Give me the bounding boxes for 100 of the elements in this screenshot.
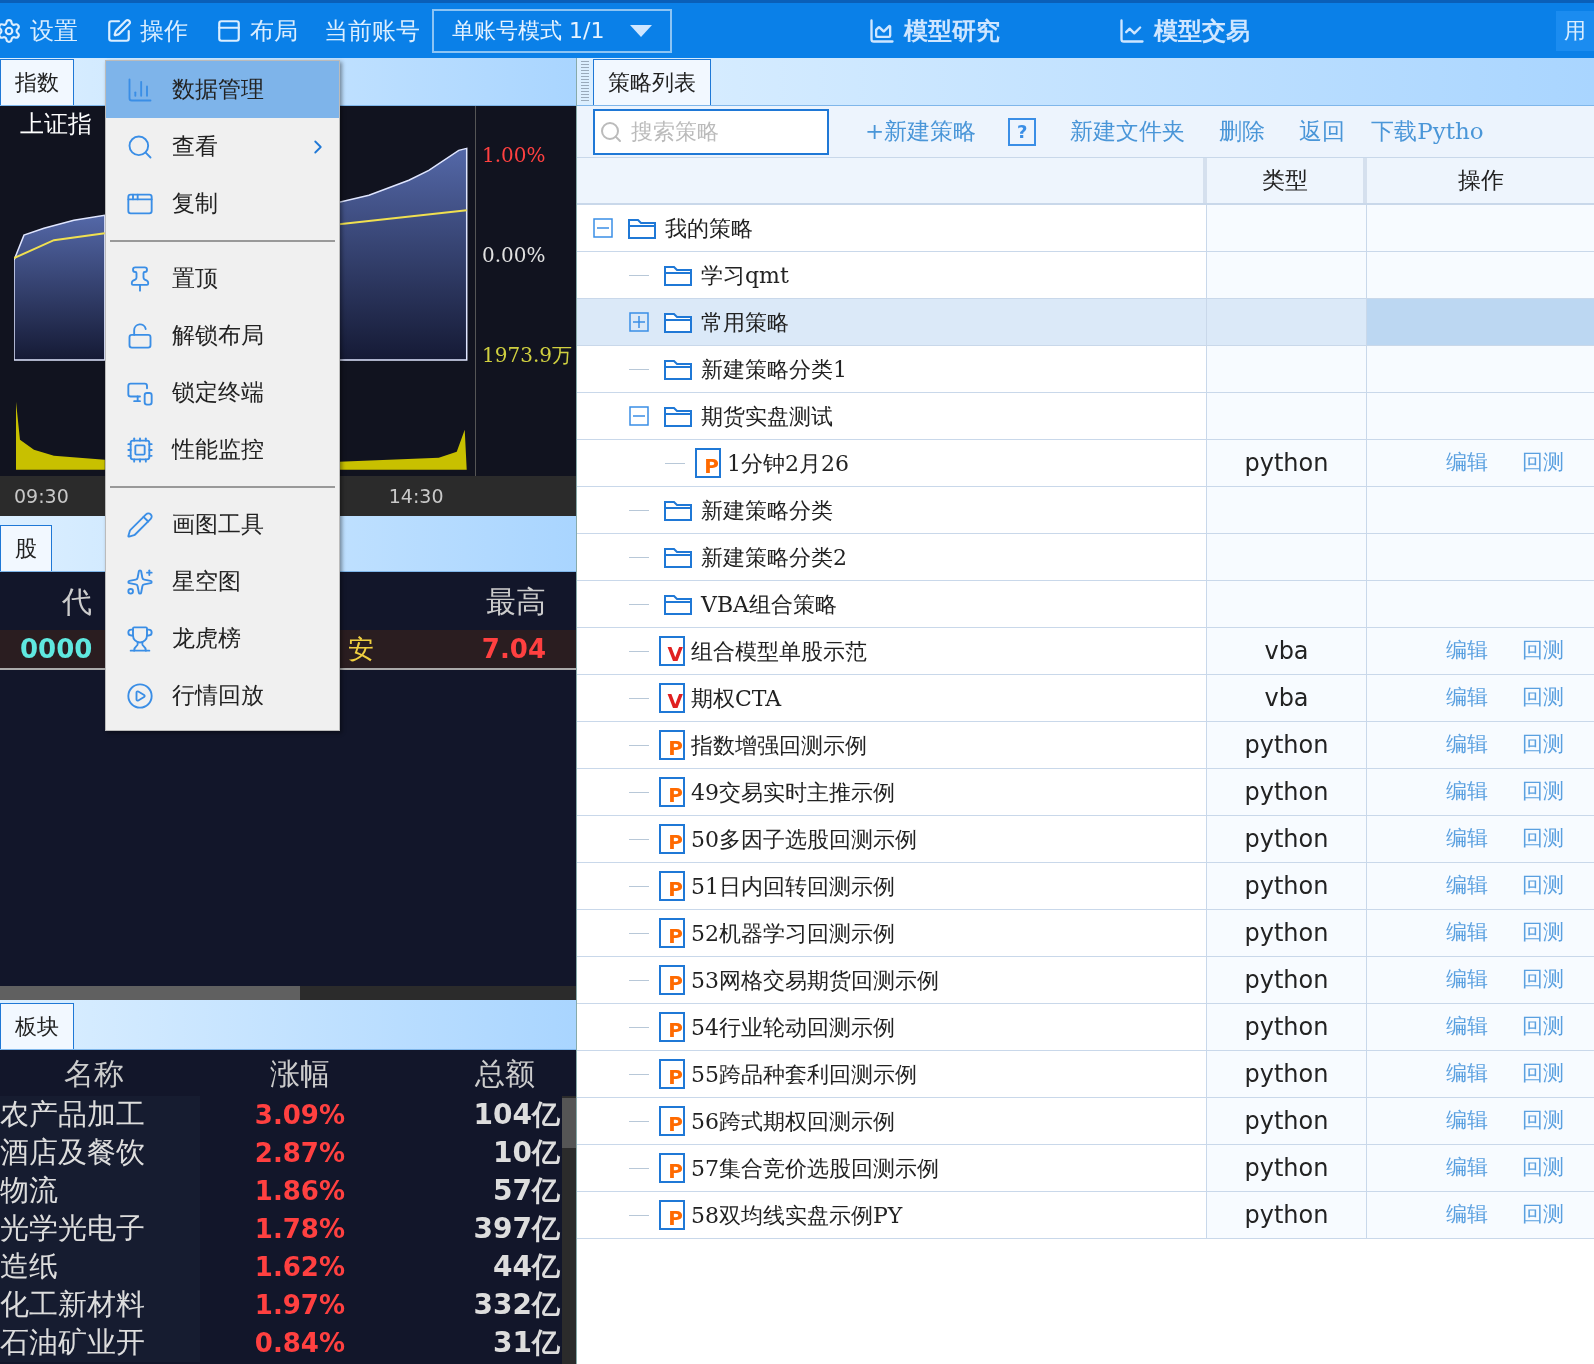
backtest-link[interactable]: 回测 bbox=[1522, 1105, 1564, 1137]
panel-tab[interactable]: 板块 bbox=[0, 1003, 74, 1049]
menu-item[interactable]: 龙虎榜 bbox=[106, 610, 339, 667]
vertical-scrollbar[interactable] bbox=[562, 1096, 576, 1364]
edit-link[interactable]: 编辑 bbox=[1446, 1058, 1488, 1090]
edit-link[interactable]: 编辑 bbox=[1446, 917, 1488, 949]
backtest-link[interactable]: 回测 bbox=[1522, 870, 1564, 902]
toolbar-link[interactable]: 下载Pytho bbox=[1371, 114, 1484, 149]
edit-link[interactable]: 编辑 bbox=[1446, 1105, 1488, 1137]
column-header: 涨幅 bbox=[270, 1054, 330, 1093]
backtest-link[interactable]: 回测 bbox=[1522, 635, 1564, 667]
edit-link[interactable]: 编辑 bbox=[1446, 964, 1488, 996]
account-select[interactable]: 单账号模式 1/1 bbox=[432, 8, 672, 53]
tree-row[interactable]: P 57集合竞价选股回测示例 python 编辑 回测 bbox=[577, 1145, 1594, 1192]
tree-item-label: 52机器学习回测示例 bbox=[691, 919, 895, 948]
menu-item[interactable]: 性能监控 bbox=[106, 421, 339, 478]
tree-row[interactable]: 新建策略分类1 bbox=[577, 346, 1594, 393]
tree-row[interactable]: P 51日内回转回测示例 python 编辑 回测 bbox=[577, 863, 1594, 910]
backtest-link[interactable]: 回测 bbox=[1522, 823, 1564, 855]
backtest-link[interactable]: 回测 bbox=[1522, 964, 1564, 996]
tree-row[interactable]: P 指数增强回测示例 python 编辑 回测 bbox=[577, 722, 1594, 769]
menu-item[interactable]: 行情回放 bbox=[106, 667, 339, 724]
toolbar-link[interactable]: +新建策略 bbox=[865, 114, 977, 149]
backtest-link[interactable]: 回测 bbox=[1522, 1058, 1564, 1090]
tree-row[interactable]: VBA组合策略 bbox=[577, 581, 1594, 628]
tree-item-label: 56跨式期权回测示例 bbox=[691, 1107, 895, 1136]
edit-link[interactable]: 编辑 bbox=[1446, 635, 1488, 667]
menu-button[interactable]: 操作 bbox=[106, 3, 204, 58]
backtest-link[interactable]: 回测 bbox=[1522, 729, 1564, 761]
menu-item[interactable]: 星空图 bbox=[106, 553, 339, 610]
expand-toggle-icon[interactable] bbox=[629, 312, 649, 332]
backtest-link[interactable]: 回测 bbox=[1522, 682, 1564, 714]
type-cell-text: vba bbox=[1264, 683, 1309, 714]
mode-tab[interactable]: 模型交易 bbox=[1118, 12, 1250, 49]
menu-item[interactable]: 置顶 bbox=[106, 250, 339, 307]
edit-link[interactable]: 编辑 bbox=[1446, 823, 1488, 855]
edit-link[interactable]: 编辑 bbox=[1446, 682, 1488, 714]
panel-tab[interactable]: 策略列表 bbox=[593, 59, 711, 105]
menu-item[interactable]: 查看 bbox=[106, 118, 339, 175]
tree-row[interactable]: 期货实盘测试 bbox=[577, 393, 1594, 440]
collapse-toggle-icon[interactable] bbox=[593, 218, 613, 238]
edit-link[interactable]: 编辑 bbox=[1446, 1011, 1488, 1043]
menu-item[interactable]: 解锁布局 bbox=[106, 307, 339, 364]
folder-icon bbox=[663, 545, 693, 569]
user-label[interactable]: 用 bbox=[1556, 10, 1594, 51]
tree-row[interactable]: P 1分钟2月26 python 编辑 回测 bbox=[577, 440, 1594, 487]
menu-item[interactable]: 复制 bbox=[106, 175, 339, 232]
panel-tab[interactable]: 指数 bbox=[0, 59, 74, 105]
tree-row[interactable]: P 53网格交易期货回测示例 python 编辑 回测 bbox=[577, 957, 1594, 1004]
sector-name-cell: 光学光电子 bbox=[0, 1210, 200, 1248]
collapse-toggle-icon[interactable] bbox=[629, 406, 649, 426]
backtest-link[interactable]: 回测 bbox=[1522, 917, 1564, 949]
line-chart-icon bbox=[1118, 16, 1146, 45]
mode-tab[interactable]: 模型研究 bbox=[868, 12, 1000, 49]
tree-row[interactable]: P 56跨式期权回测示例 python 编辑 回测 bbox=[577, 1098, 1594, 1145]
help-button[interactable]: ? bbox=[1008, 117, 1037, 146]
toolbar-link[interactable]: 返回 bbox=[1299, 114, 1346, 149]
panel-tab[interactable]: 股 bbox=[0, 525, 52, 571]
stock-code-cell-text: 0000 bbox=[20, 632, 93, 666]
script-file-icon: P bbox=[659, 871, 685, 901]
tree-row[interactable]: 新建策略分类 bbox=[577, 487, 1594, 534]
edit-link[interactable]: 编辑 bbox=[1446, 870, 1488, 902]
pencil-square-icon bbox=[106, 17, 132, 44]
menu-item[interactable]: 数据管理 bbox=[106, 61, 339, 118]
edit-link[interactable]: 编辑 bbox=[1446, 447, 1488, 479]
tree-row[interactable]: 常用策略 bbox=[577, 299, 1594, 346]
tree-row[interactable]: P 49交易实时主推示例 python 编辑 回测 bbox=[577, 769, 1594, 816]
sector-name-cell: 化工新材料 bbox=[0, 1286, 200, 1324]
tree-item-label: 55跨品种套利回测示例 bbox=[691, 1060, 917, 1089]
folder-icon bbox=[663, 263, 693, 287]
tree-row[interactable]: P 52机器学习回测示例 python 编辑 回测 bbox=[577, 910, 1594, 957]
scrollbar-thumb[interactable] bbox=[0, 986, 300, 1000]
tree-row[interactable]: V 组合模型单股示范 vba 编辑 回测 bbox=[577, 628, 1594, 675]
menu-item[interactable]: 锁定终端 bbox=[106, 364, 339, 421]
menu-button[interactable]: 布局 bbox=[216, 3, 314, 58]
menu-item[interactable]: 画图工具 bbox=[106, 496, 339, 553]
tree-row[interactable]: 学习qmt bbox=[577, 252, 1594, 299]
horizontal-scrollbar[interactable] bbox=[0, 986, 576, 1000]
edit-link[interactable]: 编辑 bbox=[1446, 1152, 1488, 1184]
tree-row[interactable]: P 54行业轮动回测示例 python 编辑 回测 bbox=[577, 1004, 1594, 1051]
tree-row[interactable]: 我的策略 bbox=[577, 205, 1594, 252]
backtest-link[interactable]: 回测 bbox=[1522, 776, 1564, 808]
search-field[interactable]: 搜索策略 bbox=[593, 108, 829, 155]
toolbar-link[interactable]: 删除 bbox=[1219, 114, 1266, 149]
menu-button[interactable]: 设置 bbox=[0, 3, 94, 58]
backtest-link[interactable]: 回测 bbox=[1522, 1011, 1564, 1043]
edit-link[interactable]: 编辑 bbox=[1446, 729, 1488, 761]
scrollbar-thumb[interactable] bbox=[562, 1098, 576, 1148]
tree-row[interactable]: P 55跨品种套利回测示例 python 编辑 回测 bbox=[577, 1051, 1594, 1098]
edit-link[interactable]: 编辑 bbox=[1446, 776, 1488, 808]
edit-link[interactable]: 编辑 bbox=[1446, 1199, 1488, 1231]
backtest-link[interactable]: 回测 bbox=[1522, 1152, 1564, 1184]
tree-row[interactable]: P 50多因子选股回测示例 python 编辑 回测 bbox=[577, 816, 1594, 863]
type-cell-text: python bbox=[1244, 1059, 1329, 1090]
backtest-link[interactable]: 回测 bbox=[1522, 1199, 1564, 1231]
tree-row[interactable]: 新建策略分类2 bbox=[577, 534, 1594, 581]
tree-row[interactable]: V 期权CTA vba 编辑 回测 bbox=[577, 675, 1594, 722]
tree-row[interactable]: P 58双均线实盘示例PY python 编辑 回测 bbox=[577, 1192, 1594, 1239]
backtest-link[interactable]: 回测 bbox=[1522, 447, 1564, 479]
toolbar-link[interactable]: 新建文件夹 bbox=[1070, 114, 1186, 149]
